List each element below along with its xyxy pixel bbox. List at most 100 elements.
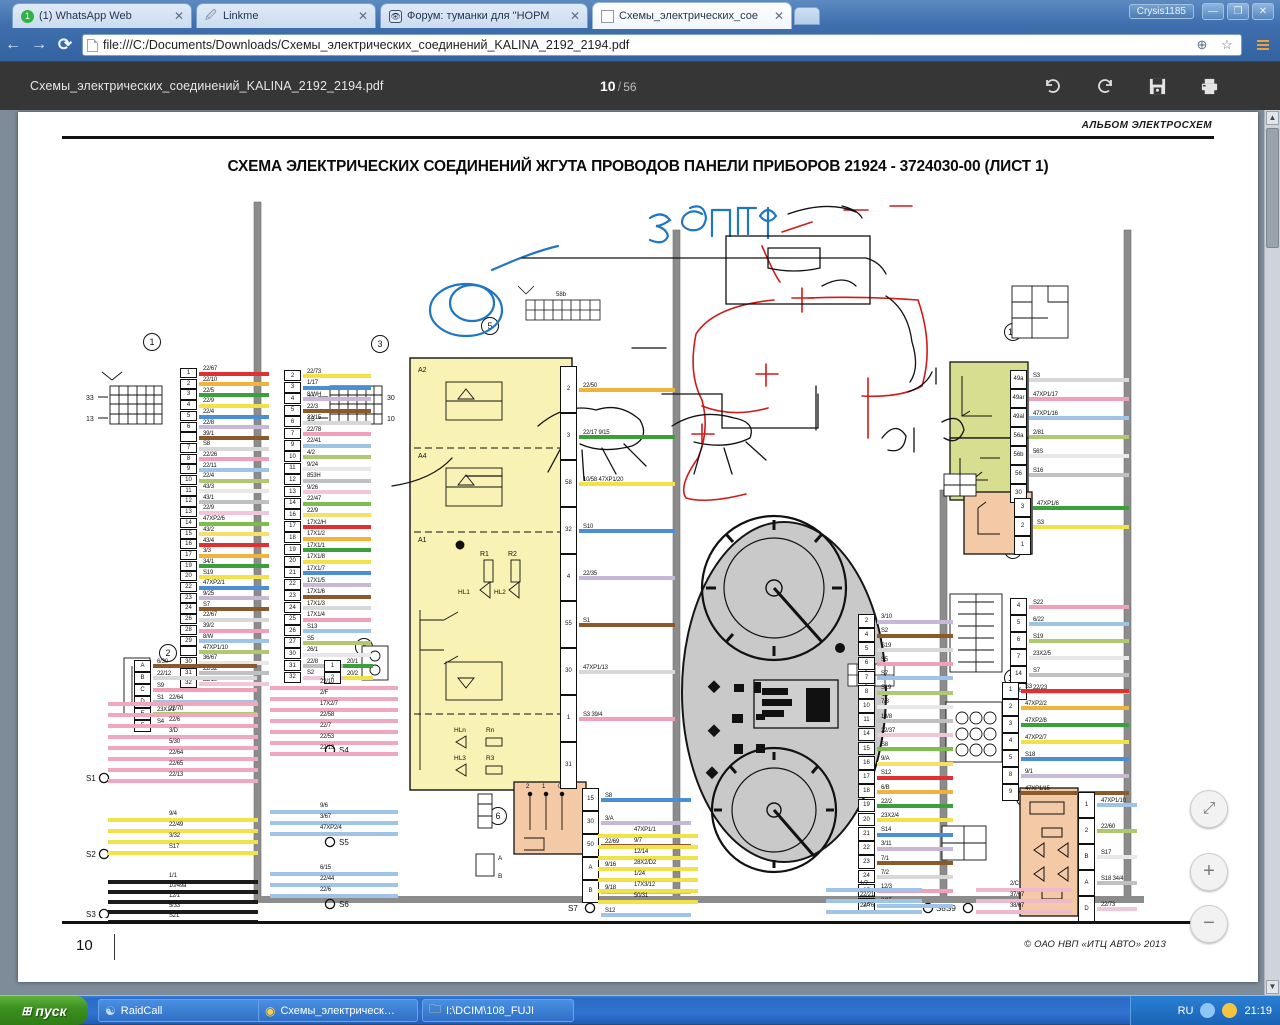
wire-label: 7/3 — [881, 699, 889, 706]
wire — [303, 478, 371, 483]
connector-pin: 2 — [180, 378, 197, 389]
pdf-viewport[interactable]: АЛЬБОМ ЭЛЕКТРОСХЕМ СХЕМА ЭЛЕКТРИЧЕСКИХ С… — [0, 110, 1280, 995]
wire-label: 38/67 — [1010, 903, 1025, 909]
connector-pin: 15 — [180, 528, 197, 539]
wire — [303, 409, 371, 413]
maximize-button[interactable]: ❐ — [1227, 3, 1249, 20]
close-icon[interactable]: ✕ — [173, 10, 185, 22]
taskbar-button-chrome[interactable]: ◉ Схемы_электрическ… — [258, 999, 418, 1022]
wire — [199, 403, 269, 408]
tab-whatsapp[interactable]: 1 (1) WhatsApp Web ✕ — [12, 3, 192, 28]
wire-label: S18 — [1025, 751, 1036, 758]
wire-label: S5 — [307, 635, 314, 642]
wire-label: 23Х2/4 — [881, 812, 899, 819]
connector-pin: B — [1078, 844, 1095, 870]
new-tab-button[interactable] — [794, 7, 820, 25]
scrollbar-thumb[interactable] — [1266, 128, 1279, 248]
tab-pdf[interactable]: Схемы_электрических_сое ✕ — [592, 2, 792, 29]
wire — [877, 804, 953, 809]
connector-pin: 11 — [284, 462, 301, 474]
tab-forum[interactable]: 👁 Форум: туманки для "НОРМ ✕ — [380, 3, 588, 28]
connector-pin: 2 — [1002, 699, 1019, 716]
wire-label: 22/2 — [881, 798, 892, 805]
wire-label: 22/9 — [203, 398, 214, 405]
wire-label: 9/A — [881, 756, 890, 763]
connector-pin: 7 — [1010, 649, 1027, 666]
forward-button[interactable]: → — [26, 37, 52, 53]
back-button[interactable]: ← — [0, 37, 26, 53]
svg-text:Rn: Rn — [486, 727, 495, 734]
wire-label: 1/24 — [634, 871, 645, 877]
tray-network-icon[interactable] — [1200, 1003, 1216, 1018]
rotate-cw-icon[interactable] — [1042, 75, 1064, 97]
clock[interactable]: 21:19 — [1244, 1005, 1272, 1017]
wire — [303, 583, 371, 587]
wire — [303, 467, 371, 471]
tray-shield-icon[interactable] — [1222, 1003, 1238, 1018]
close-window-button[interactable]: ✕ — [1252, 3, 1274, 20]
connector-pin: 19 — [180, 560, 197, 571]
wire — [303, 443, 371, 448]
wire-label: 22/76 — [860, 903, 875, 909]
close-icon[interactable]: ✕ — [569, 10, 581, 22]
close-icon[interactable]: ✕ — [357, 10, 369, 22]
wire-label: 17Х3/12 — [634, 882, 655, 888]
wire — [199, 478, 269, 483]
svg-text:R3: R3 — [486, 755, 495, 762]
connector-pin: 50 — [582, 834, 599, 857]
wire-label: 23Х2/5 — [1033, 650, 1051, 657]
taskbar-button-raidcall[interactable]: ☯ RaidCall — [98, 999, 268, 1022]
connector-pin: 1 — [1014, 536, 1031, 555]
wire — [1021, 773, 1129, 778]
address-bar[interactable]: file:///C:/Documents/Downloads/Схемы_эле… — [82, 34, 1242, 56]
wire-label: 22/64 — [169, 695, 184, 701]
fit-page-button[interactable]: ⤢ — [1190, 790, 1228, 828]
svg-text:S3: S3 — [86, 910, 96, 918]
wire — [199, 510, 269, 515]
close-icon[interactable]: ✕ — [773, 10, 785, 22]
start-label: пуск — [35, 1002, 67, 1019]
wire-label: 47ХР2/7 — [1025, 734, 1047, 741]
wire-label: 47ХР1/13 — [583, 664, 608, 671]
zoom-out-button[interactable]: − — [1190, 905, 1228, 943]
minimize-button[interactable]: — — [1202, 3, 1224, 20]
wire-label: 47ХР1/10 — [1101, 798, 1126, 804]
tab-linkme[interactable]: 🖉 Linkme ✕ — [196, 3, 376, 28]
svg-text:S1: S1 — [86, 774, 96, 783]
reload-button[interactable]: ⟳ — [52, 36, 78, 53]
user-chip[interactable]: Crysis1185 — [1128, 4, 1194, 19]
wire-label: 17Х1/7 — [307, 566, 325, 572]
wire-label: 8/WH — [307, 392, 322, 398]
connector-pin: 3 — [1014, 498, 1031, 517]
wire-label: 43/3 — [203, 484, 214, 491]
svg-text:A2: A2 — [418, 367, 427, 374]
connector-pin — [180, 646, 197, 657]
save-icon[interactable] — [1146, 75, 1168, 97]
wire-label: 1/7 — [860, 881, 868, 887]
menu-icon[interactable] — [1252, 40, 1274, 50]
connector-pin: 8 — [858, 685, 875, 699]
vertical-scrollbar[interactable]: ▲ ▼ — [1264, 110, 1280, 995]
language-indicator[interactable]: RU — [1178, 1005, 1194, 1017]
bookmark-star-icon[interactable]: ☆ — [1217, 37, 1237, 53]
connector-pin: D — [1078, 896, 1095, 922]
wire-label: 22/73 — [307, 368, 322, 375]
wire-label: 1/1 — [169, 873, 177, 879]
scroll-up-arrow[interactable]: ▲ — [1266, 111, 1279, 125]
wire — [108, 779, 258, 783]
svg-text:HLn: HLn — [454, 727, 466, 734]
taskbar-button-explorer[interactable]: 🗀 I:\DCIM\108_FUJI — [422, 999, 574, 1022]
rotate-ccw-icon[interactable] — [1094, 75, 1116, 97]
connector-pin: 12 — [180, 496, 197, 507]
scroll-down-arrow[interactable]: ▼ — [1266, 980, 1279, 994]
wire-label: 9/4 — [169, 811, 177, 817]
zoom-in-button[interactable]: + — [1190, 853, 1228, 891]
print-icon[interactable] — [1198, 75, 1220, 97]
wire-label: 47ХР1/10 — [203, 644, 228, 651]
wire-label: 17Х1/2 — [307, 531, 325, 538]
connector-pin: 5 — [858, 642, 875, 657]
connector-pin: 13 — [284, 486, 301, 498]
zoom-icon[interactable]: ⊕ — [1192, 37, 1212, 53]
start-button[interactable]: ⊞ пуск — [0, 996, 88, 1025]
connector-pin: A — [134, 660, 151, 672]
